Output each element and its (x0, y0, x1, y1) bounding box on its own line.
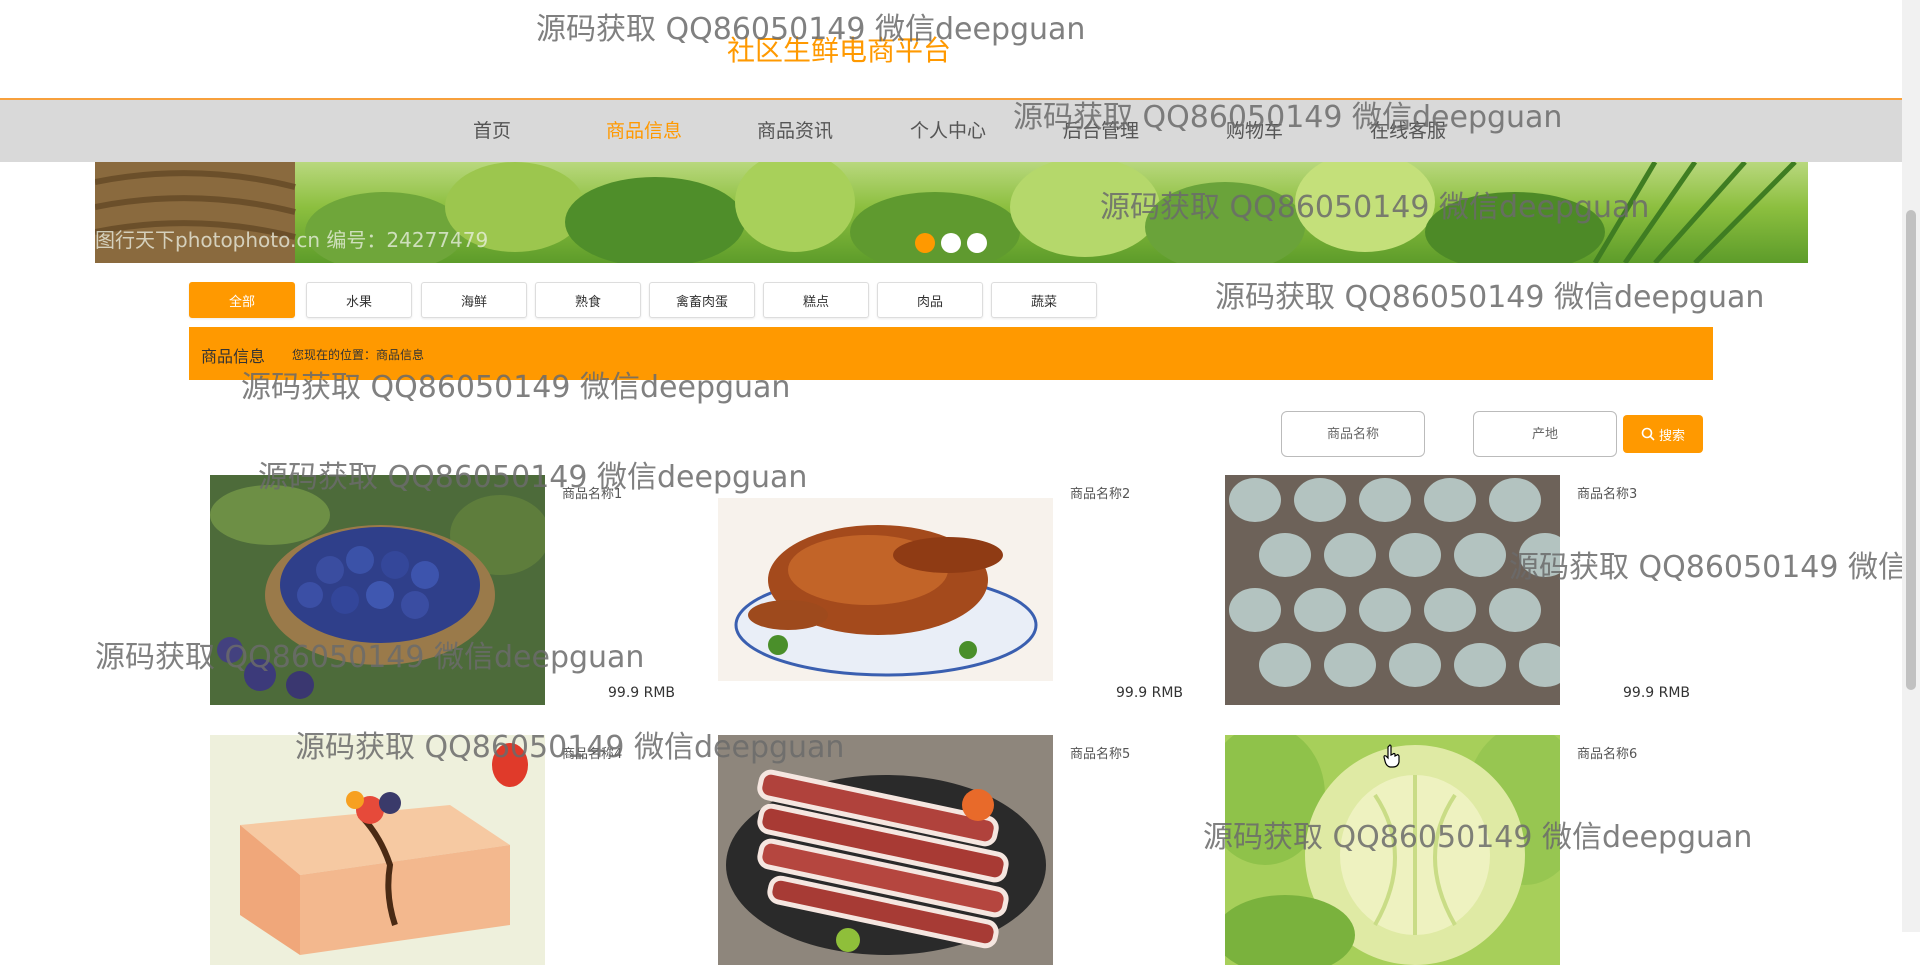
nav-home[interactable]: 首页 (473, 116, 511, 143)
product-card[interactable]: 商品名称3 99.9 RMB (1225, 475, 1725, 715)
page-scrollbar[interactable] (1902, 0, 1920, 932)
product-name[interactable]: 商品名称4 (562, 743, 622, 762)
breadcrumb-title: 商品信息 (201, 347, 266, 366)
nav-news[interactable]: 商品资讯 (757, 116, 833, 143)
breadcrumb: 商品信息 您现在的位置：商品信息 (189, 327, 1713, 380)
nav-cart[interactable]: 购物车 (1226, 116, 1283, 143)
product-card[interactable]: 商品名称6 (1225, 735, 1725, 975)
carousel-dots (915, 233, 987, 253)
carousel-dot-3[interactable] (967, 233, 987, 253)
hand-cursor-icon (1383, 744, 1400, 768)
nav-service[interactable]: 在线客服 (1370, 116, 1446, 143)
product-image-meat-slices[interactable] (718, 735, 1053, 965)
carousel-dot-2[interactable] (941, 233, 961, 253)
carousel-dot-1[interactable] (915, 233, 935, 253)
nav-admin[interactable]: 后台管理 (1063, 116, 1139, 143)
category-vegetables[interactable]: 蔬菜 (991, 282, 1097, 318)
category-seafood[interactable]: 海鲜 (421, 282, 527, 318)
origin-input[interactable] (1473, 411, 1617, 457)
category-all[interactable]: 全部 (189, 282, 295, 318)
product-card[interactable]: 商品名称1 99.9 RMB (210, 475, 710, 715)
product-name[interactable]: 商品名称3 (1577, 483, 1637, 502)
product-name[interactable]: 商品名称2 (1070, 483, 1130, 502)
category-pastry[interactable]: 糕点 (763, 282, 869, 318)
product-name-input[interactable] (1281, 411, 1425, 457)
product-image-eggs[interactable] (1225, 475, 1560, 705)
product-card[interactable]: 商品名称4 (210, 735, 710, 975)
banner-caption: 图行天下photophoto.cn 编号：24277479 (95, 228, 489, 252)
product-image-cake[interactable] (210, 735, 545, 965)
category-meat[interactable]: 肉品 (877, 282, 983, 318)
search-button[interactable]: 搜索 (1623, 415, 1703, 453)
product-price: 99.9 RMB (1116, 685, 1184, 701)
category-meat-eggs[interactable]: 禽畜肉蛋 (649, 282, 755, 318)
nav-profile[interactable]: 个人中心 (910, 116, 986, 143)
main-nav: 首页 商品信息 商品资讯 个人中心 后台管理 购物车 在线客服 (0, 100, 1902, 162)
category-fruit[interactable]: 水果 (306, 282, 412, 318)
watermark: 源码获取 QQ86050149 微信deepguan (1215, 280, 1765, 315)
search-icon (1641, 427, 1655, 441)
scrollbar-thumb[interactable] (1906, 210, 1916, 690)
site-title: 社区生鲜电商平台 (727, 34, 952, 67)
nav-products[interactable]: 商品信息 (606, 116, 682, 143)
breadcrumb-location: 您现在的位置：商品信息 (292, 348, 425, 362)
product-image-roast-duck[interactable] (718, 475, 1053, 705)
product-name[interactable]: 商品名称5 (1070, 743, 1130, 762)
product-image-blueberries[interactable] (210, 475, 545, 705)
product-price: 99.9 RMB (608, 685, 676, 701)
search-button-label: 搜索 (1658, 428, 1685, 444)
site-header: 社区生鲜电商平台 (0, 0, 1902, 100)
product-card[interactable]: 商品名称5 (718, 735, 1218, 975)
product-price: 99.9 RMB (1623, 685, 1691, 701)
product-card[interactable]: 商品名称2 99.9 RMB (718, 475, 1218, 715)
category-cooked[interactable]: 熟食 (535, 282, 641, 318)
product-image-cabbage[interactable] (1225, 735, 1560, 965)
product-name[interactable]: 商品名称6 (1577, 743, 1637, 762)
product-name[interactable]: 商品名称1 (562, 483, 622, 502)
